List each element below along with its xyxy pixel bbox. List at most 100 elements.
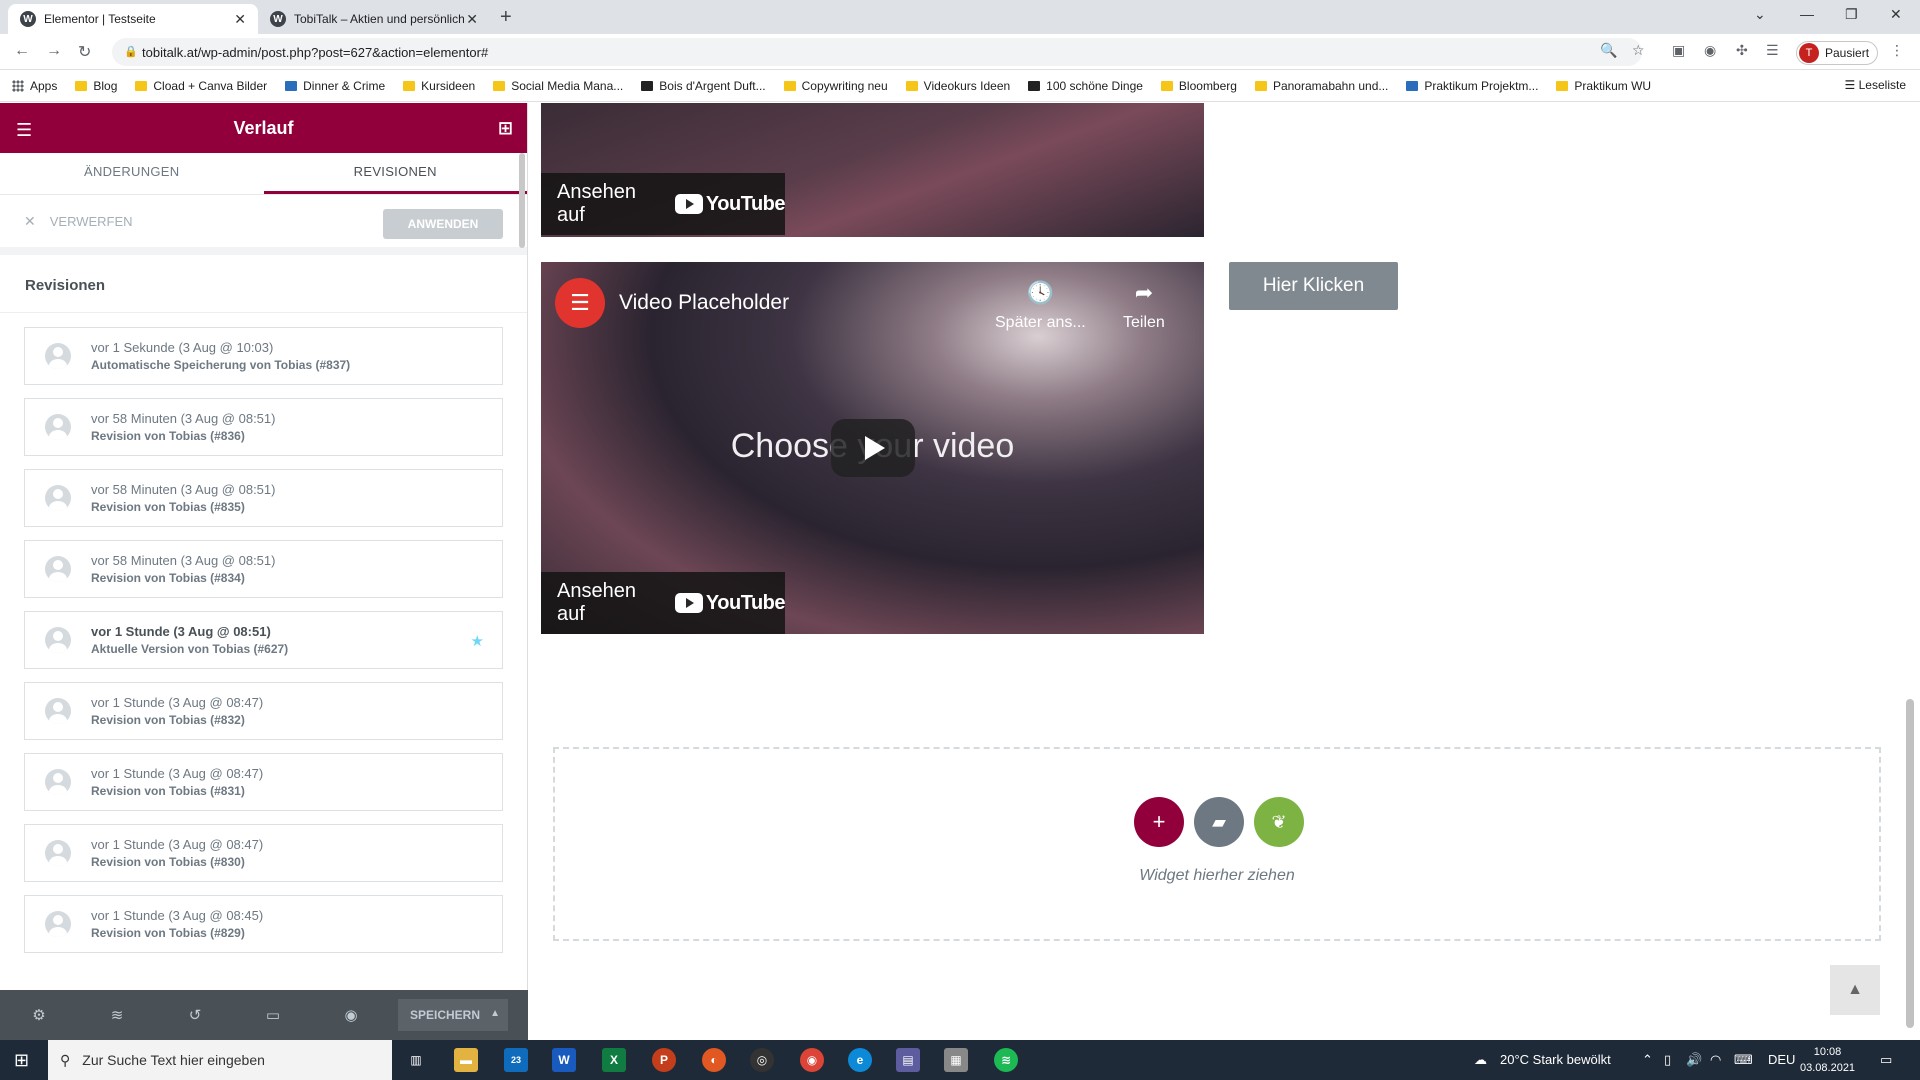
back-icon[interactable]: ← xyxy=(14,42,30,60)
reading-list-icon[interactable]: ☰ xyxy=(1766,42,1779,59)
history-icon[interactable]: ↺ xyxy=(156,1006,234,1024)
apply-button[interactable]: ANWENDEN xyxy=(383,209,503,239)
system-clock[interactable]: 10:08 03.08.2021 xyxy=(1800,1044,1855,1076)
layers-icon[interactable]: ≋ xyxy=(78,1006,156,1024)
keyboard-icon[interactable]: ⌨ xyxy=(1734,1052,1753,1068)
bookmark-item[interactable]: Copywriting neu xyxy=(783,79,888,93)
revision-item[interactable]: vor 1 Stunde (3 Aug @ 08:47) Revision von… xyxy=(24,824,503,882)
task-view-icon[interactable]: ▥ xyxy=(404,1048,428,1072)
tab-tobitalk[interactable]: W TobiTalk – Aktien und persönliche ✕ xyxy=(258,4,490,34)
hamburger-menu-icon[interactable]: ☰ xyxy=(16,120,32,141)
profile-button[interactable]: T Pausiert xyxy=(1796,41,1879,65)
revision-item[interactable]: vor 58 Minuten (3 Aug @ 08:51) Revision v… xyxy=(24,469,503,527)
revision-item[interactable]: vor 1 Sekunde (3 Aug @ 10:03) Automatisch… xyxy=(24,327,503,385)
extension-badge-icon[interactable]: ▣ xyxy=(1672,42,1685,59)
revision-item[interactable]: vor 1 Stunde (3 Aug @ 08:45) Revision von… xyxy=(24,895,503,953)
excel-icon[interactable]: X xyxy=(602,1048,626,1072)
window-close-icon[interactable]: ✕ xyxy=(1890,6,1902,23)
template-library-button[interactable]: ▰ xyxy=(1194,797,1244,847)
widgets-grid-icon[interactable]: ⊞ xyxy=(498,118,513,139)
share-button[interactable]: ➦ Teilen xyxy=(1123,280,1165,332)
close-icon[interactable]: ✕ xyxy=(234,11,246,28)
bookmark-item[interactable]: Panoramabahn und... xyxy=(1254,79,1388,93)
close-icon[interactable]: ✕ xyxy=(466,11,478,28)
panel-scrollbar[interactable] xyxy=(519,153,525,248)
edge-icon[interactable]: e xyxy=(848,1048,872,1072)
new-tab-icon[interactable]: + xyxy=(500,6,512,29)
battery-icon[interactable]: ▯ xyxy=(1664,1052,1671,1068)
tab-revisionen[interactable]: REVISIONEN xyxy=(263,153,527,194)
gear-icon[interactable]: ⚙ xyxy=(0,1006,78,1024)
zoom-icon[interactable]: 🔍 xyxy=(1600,42,1617,59)
taskbar-search[interactable]: ⚲ Zur Suche Text hier eingeben xyxy=(48,1040,392,1080)
video-embed-placeholder[interactable]: ☰ Video Placeholder 🕓 Später ans... ➦ Te… xyxy=(541,262,1204,634)
play-icon[interactable] xyxy=(831,419,915,477)
tab-search-icon[interactable]: ⌄ xyxy=(1754,6,1766,23)
bookmark-item[interactable]: Videokurs Ideen xyxy=(905,79,1010,93)
bookmark-apps[interactable]: Apps xyxy=(12,79,57,93)
puzzle-icon[interactable]: ✣ xyxy=(1736,42,1748,59)
hier-klicken-button[interactable]: Hier Klicken xyxy=(1229,262,1398,310)
grammarly-icon[interactable]: ◉ xyxy=(1704,42,1716,59)
weather-icon[interactable]: ☁ xyxy=(1474,1052,1487,1068)
tab-aenderungen[interactable]: ÄNDERUNGEN xyxy=(0,153,264,194)
forward-icon[interactable]: → xyxy=(46,42,62,60)
spotify-icon[interactable]: ≋ xyxy=(994,1048,1018,1072)
scroll-to-top-button[interactable]: ▲ xyxy=(1830,965,1880,1015)
volume-icon[interactable]: 🔊 xyxy=(1686,1052,1702,1068)
watch-later-button[interactable]: 🕓 Später ans... xyxy=(995,280,1086,332)
responsive-icon[interactable]: ▭ xyxy=(234,1006,312,1024)
notepad-icon[interactable]: ▦ xyxy=(944,1048,968,1072)
revision-item[interactable]: vor 1 Stunde (3 Aug @ 08:47) Revision von… xyxy=(24,753,503,811)
bookmark-item[interactable]: Kursideen xyxy=(403,79,475,93)
firefox-icon[interactable]: ◐ xyxy=(702,1048,726,1072)
minimize-icon[interactable]: — xyxy=(1800,6,1814,22)
discard-button[interactable]: ✕ VERWERFEN xyxy=(24,213,133,230)
url-field[interactable]: 🔒 tobitalk.at/wp-admin/post.php?post=627… xyxy=(112,38,1642,66)
app-icon[interactable]: ▤ xyxy=(896,1048,920,1072)
bookmark-item[interactable]: Bloomberg xyxy=(1160,79,1237,93)
caret-up-icon[interactable]: ▲ xyxy=(490,1008,500,1019)
bookmark-star-icon[interactable]: ☆ xyxy=(1632,42,1645,59)
word-icon[interactable]: W xyxy=(552,1048,576,1072)
bookmark-item[interactable]: Praktikum WU xyxy=(1556,79,1651,93)
envato-kit-button[interactable]: ❦ xyxy=(1254,797,1304,847)
reading-list-button[interactable]: ☰ Leseliste xyxy=(1845,78,1906,92)
bookmark-item[interactable]: Cload + Canva Bilder xyxy=(135,79,267,93)
bookmark-item[interactable]: Praktikum Projektm... xyxy=(1406,79,1538,93)
mail-icon[interactable]: 23 xyxy=(504,1048,528,1072)
panel-title: Verlauf xyxy=(233,117,294,138)
bookmark-item[interactable]: Blog xyxy=(75,79,117,93)
chrome-icon[interactable]: ◉ xyxy=(800,1048,824,1072)
canvas-scrollbar[interactable] xyxy=(1906,699,1914,1028)
tab-title: TobiTalk – Aktien und persönliche xyxy=(294,12,464,26)
wifi-icon[interactable]: ◠ xyxy=(1710,1052,1721,1068)
tab-elementor[interactable]: W Elementor | Testseite ✕ xyxy=(8,4,258,34)
restore-icon[interactable]: ❐ xyxy=(1845,6,1858,23)
widget-dropzone[interactable]: + ▰ ❦ Widget hierher ziehen xyxy=(553,747,1881,941)
bookmark-item[interactable]: Dinner & Crime xyxy=(285,79,385,93)
add-section-button[interactable]: + xyxy=(1134,797,1184,847)
bookmark-item[interactable]: Social Media Mana... xyxy=(493,79,623,93)
menu-kebab-icon[interactable]: ⋮ xyxy=(1890,42,1904,59)
windows-start-icon[interactable]: ⊞ xyxy=(14,1050,29,1071)
weather-text[interactable]: 20°C Stark bewölkt xyxy=(1500,1052,1611,1067)
bookmark-item[interactable]: Bois d'Argent Duft... xyxy=(641,79,766,93)
bookmark-item[interactable]: 100 schöne Dinge xyxy=(1028,79,1143,93)
language-indicator[interactable]: DEU xyxy=(1768,1052,1795,1067)
save-button[interactable]: SPEICHERN ▲ xyxy=(398,999,508,1031)
powerpoint-icon[interactable]: P xyxy=(652,1048,676,1072)
revision-item[interactable]: vor 58 Minuten (3 Aug @ 08:51) Revision v… xyxy=(24,540,503,598)
revision-item[interactable]: vor 1 Stunde (3 Aug @ 08:47) Revision von… xyxy=(24,682,503,740)
revision-item[interactable]: vor 58 Minuten (3 Aug @ 08:51) Revision v… xyxy=(24,398,503,456)
obs-icon[interactable]: ◎ xyxy=(750,1048,774,1072)
chevron-up-icon[interactable]: ⌃ xyxy=(1642,1052,1653,1068)
reload-icon[interactable]: ↻ xyxy=(78,42,91,62)
file-explorer-icon[interactable]: ▬ xyxy=(454,1048,478,1072)
eye-icon[interactable]: ◉ xyxy=(312,1006,390,1024)
video-embed-top[interactable]: Ansehen auf YouTube xyxy=(541,103,1204,237)
watch-on-youtube[interactable]: Ansehen auf YouTube xyxy=(541,173,786,235)
notification-icon[interactable]: ▭ xyxy=(1880,1052,1892,1068)
revision-item-current[interactable]: vor 1 Stunde (3 Aug @ 08:51) Aktuelle Ver… xyxy=(24,611,503,669)
watch-on-youtube[interactable]: Ansehen auf YouTube xyxy=(541,572,786,634)
